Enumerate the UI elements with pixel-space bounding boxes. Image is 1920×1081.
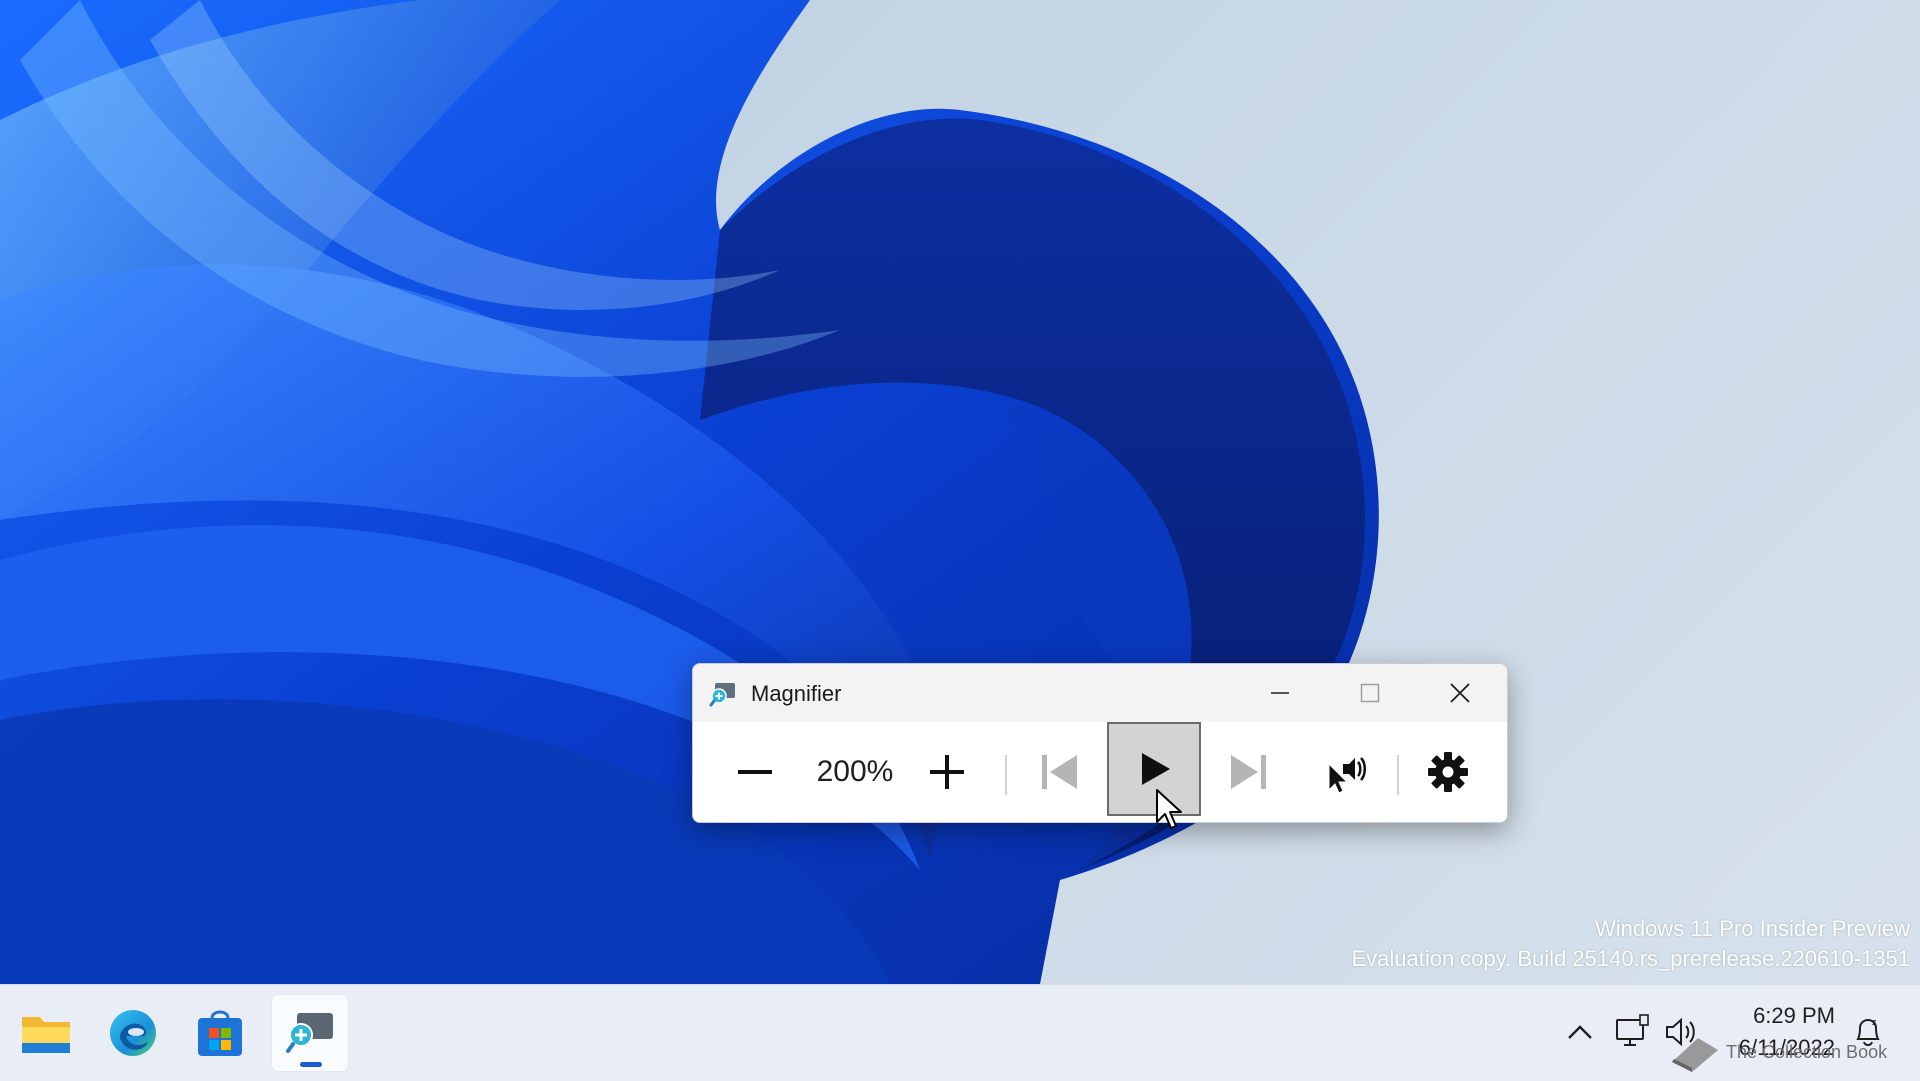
edge-icon (110, 1010, 156, 1056)
magnifier-toolbar: 200% (693, 722, 1507, 822)
window-title: Magnifier (751, 681, 842, 706)
previous-icon (1042, 755, 1077, 789)
show-hidden-icons-button[interactable] (1562, 1010, 1598, 1054)
magnifier-icon (286, 1013, 333, 1053)
minimize-button[interactable] (1235, 664, 1325, 722)
maximize-button[interactable] (1325, 664, 1415, 722)
book-icon (1672, 1038, 1718, 1072)
network-button[interactable] (1612, 1010, 1652, 1054)
read-from-here-button[interactable] (1309, 722, 1381, 822)
desktop: Windows 11 Pro Insider Preview Evaluatio… (0, 0, 1920, 984)
taskbar-microsoft-store[interactable] (182, 995, 258, 1071)
zoom-in-icon (930, 755, 964, 789)
zoom-in-button[interactable] (915, 722, 979, 822)
read-from-here-icon (1328, 757, 1366, 794)
zoom-level: 200% (816, 755, 894, 788)
taskbar-magnifier[interactable] (272, 995, 348, 1071)
previous-sentence-button[interactable] (1023, 722, 1095, 822)
toolbar-separator (1005, 755, 1007, 795)
maximize-icon (1360, 683, 1380, 703)
settings-icon (1428, 752, 1468, 792)
file-explorer-icon (22, 1017, 70, 1053)
settings-button[interactable] (1413, 722, 1483, 822)
close-icon (1450, 683, 1470, 703)
clock-time: 6:29 PM (1753, 1003, 1835, 1028)
close-button[interactable] (1415, 664, 1505, 722)
taskbar-file-explorer[interactable] (8, 995, 84, 1071)
microsoft-store-icon (198, 1010, 242, 1056)
zoom-out-icon (738, 770, 772, 774)
magnifier-app-icon (709, 683, 735, 707)
active-app-indicator (300, 1062, 322, 1067)
watermark-line1: Windows 11 Pro Insider Preview (1594, 916, 1910, 941)
taskbar-edge[interactable] (95, 995, 171, 1071)
book-watermark: The Collection Book (1668, 1032, 1887, 1072)
play-icon (1142, 753, 1170, 785)
os-watermark: Windows 11 Pro Insider Preview Evaluatio… (1351, 914, 1910, 974)
book-watermark-text: The Collection Book (1726, 1041, 1888, 1062)
wallpaper-bloom (0, 0, 1379, 984)
chevron-up-icon (1568, 1025, 1592, 1039)
magnifier-window: Magnifier 200% (692, 663, 1508, 823)
next-icon (1231, 755, 1266, 789)
mouse-cursor-icon (1156, 789, 1182, 829)
next-sentence-button[interactable] (1213, 722, 1285, 822)
toolbar-separator (1397, 755, 1399, 795)
play-button[interactable] (1107, 722, 1201, 816)
zoom-out-button[interactable] (723, 722, 787, 822)
svg-text:z: z (1872, 1017, 1877, 1027)
title-bar[interactable]: Magnifier (693, 664, 1507, 722)
network-icon (1616, 1014, 1649, 1046)
minimize-icon (1271, 692, 1289, 694)
watermark-line2: Evaluation copy. Build 25140.rs_prerelea… (1351, 946, 1910, 971)
